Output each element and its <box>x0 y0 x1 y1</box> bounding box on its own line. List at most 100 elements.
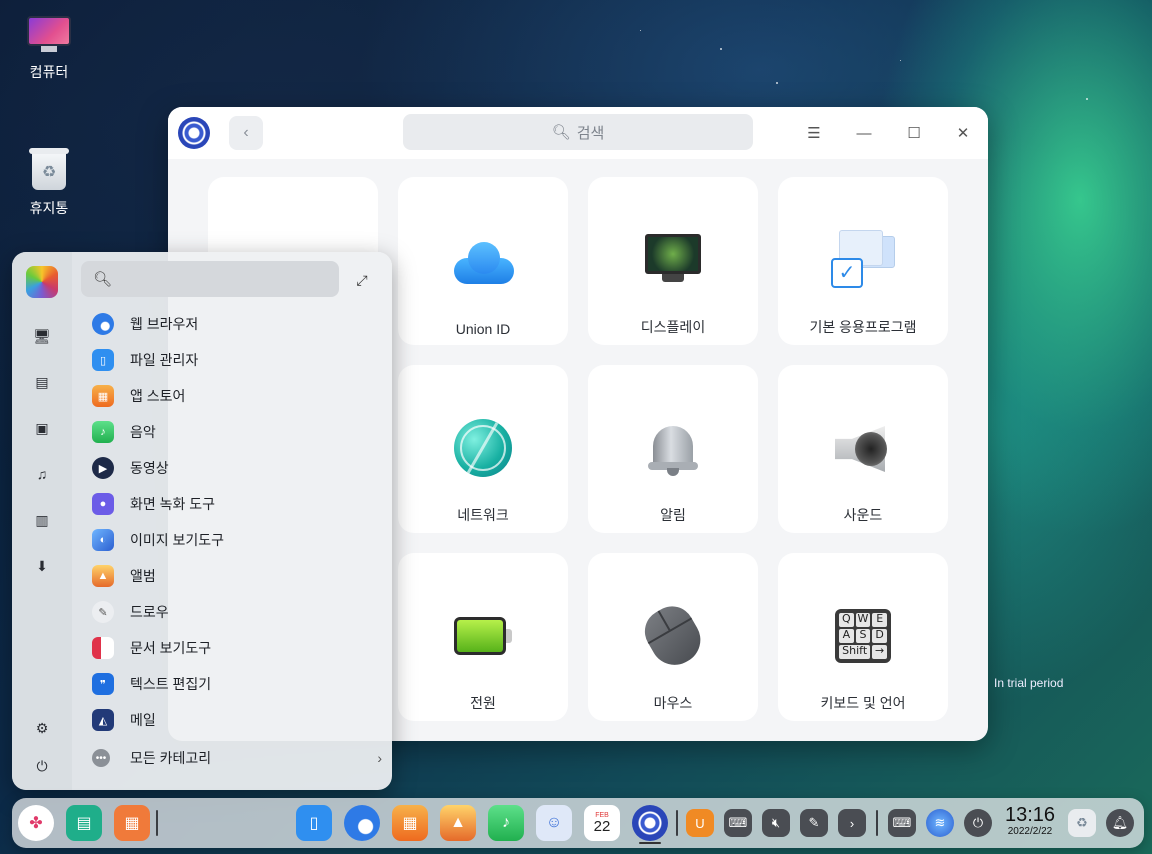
settings-app-icon <box>178 117 210 149</box>
list-item[interactable]: ▦ 앱 스토어 <box>92 378 382 414</box>
all-categories-label: 모든 카테고리 <box>130 750 212 766</box>
settings-search-input[interactable]: 🔍︎ 검색 <box>403 114 753 150</box>
computer-icon <box>27 16 71 54</box>
dock-onscreen-keyboard[interactable]: ⌨ <box>724 809 752 837</box>
module-card-power[interactable]: 전원 <box>398 553 568 721</box>
category-music-icon[interactable]: ♫ <box>32 464 52 484</box>
dock-pen-tool[interactable]: ✎ <box>800 809 828 837</box>
module-card-default-apps[interactable]: ✓ 기본 응용프로그램 <box>778 177 948 345</box>
dock-volume[interactable]: 🔇︎ <box>762 809 790 837</box>
desktop-icon-computer[interactable]: 컴퓨터 <box>4 16 94 82</box>
maximize-button[interactable]: ☐ <box>902 121 926 145</box>
album-icon: ▲ <box>450 814 466 831</box>
key-label: → <box>872 645 887 659</box>
mouse-icon <box>636 598 710 674</box>
default-apps-icon: ✓ <box>828 225 898 295</box>
key-label: S <box>855 629 871 643</box>
dock-browser[interactable] <box>344 805 380 841</box>
trash-icon: ♻ <box>1076 815 1088 830</box>
key-label: Shift <box>839 645 871 659</box>
back-button[interactable]: ‹ <box>229 116 263 150</box>
list-item[interactable]: 웹 브라우저 <box>92 306 382 342</box>
multitask-view-button[interactable]: ▤ <box>66 805 102 841</box>
list-item[interactable]: ✎ 드로우 <box>92 594 382 630</box>
user-avatar[interactable] <box>26 266 58 298</box>
dock-music[interactable]: ♪ <box>488 805 524 841</box>
close-icon: ✕ <box>956 125 970 142</box>
list-item[interactable]: ❞ 텍스트 편집기 <box>92 666 382 702</box>
minimize-button[interactable]: — <box>852 121 876 145</box>
chevron-left-icon: ‹ <box>243 124 249 141</box>
text-editor-icon: ❞ <box>92 673 114 695</box>
key-label: A <box>839 629 854 643</box>
dock-upgrade-tray[interactable]: U <box>686 809 714 837</box>
fullscreen-toggle-icon[interactable]: ⤢ <box>352 270 372 290</box>
module-card-union-id[interactable]: Union ID <box>398 177 568 345</box>
music-icon: ♪ <box>502 814 510 831</box>
dock-assistant[interactable]: ≋ <box>926 809 954 837</box>
module-label: 키보드 및 언어 <box>820 695 906 711</box>
mail-icon: ◭ <box>92 709 114 731</box>
settings-gear-icon[interactable]: ⚙︎ <box>32 718 52 738</box>
dock-app-store[interactable]: ▦ <box>392 805 428 841</box>
menu-button[interactable]: ☰ <box>802 121 826 145</box>
module-card-display[interactable]: 디스플레이 <box>588 177 758 345</box>
menu-icon: ☰ <box>807 125 821 142</box>
category-document-icon[interactable]: ▤ <box>32 372 52 392</box>
multitask-icon: ▤ <box>76 815 92 832</box>
category-download-icon[interactable]: ⬇︎ <box>32 556 52 576</box>
power-icon[interactable]: ⏻ <box>32 756 52 776</box>
list-item[interactable]: ● 화면 녹화 도구 <box>92 486 382 522</box>
dock-power[interactable]: ⏻ <box>964 809 992 837</box>
workspace-button[interactable]: ▦ <box>114 805 150 841</box>
list-item[interactable]: 문서 보기도구 <box>92 630 382 666</box>
update-icon: U <box>695 815 705 831</box>
desktop-icon-label: 휴지통 <box>29 200 69 216</box>
dock: ✤ ▤ ▦ ▯ ▦ ▲ ♪ ☺ FEB 22 U ⌨ 🔇︎ ✎ › ⌨ ≋ ⏻ … <box>12 798 1144 848</box>
dock-control-center[interactable] <box>632 805 668 841</box>
launcher-button[interactable]: ✤ <box>18 805 54 841</box>
draw-icon: ✎ <box>92 601 114 623</box>
dock-input-method[interactable]: ⌨ <box>888 809 916 837</box>
app-label: 문서 보기도구 <box>130 640 212 656</box>
dock-file-manager[interactable]: ▯ <box>296 805 332 841</box>
desktop-icon-trash[interactable]: ♻ 휴지통 <box>4 148 94 218</box>
key-label: E <box>872 613 887 627</box>
album-icon: ▲ <box>92 565 114 587</box>
dock-notifications[interactable]: 🔔︎ <box>1106 809 1134 837</box>
key-label: Q <box>839 613 854 627</box>
module-card-mouse[interactable]: 마우스 <box>588 553 758 721</box>
dock-separator <box>676 810 678 836</box>
dock-album[interactable]: ▲ <box>440 805 476 841</box>
clock-date: 2022/2/22 <box>1007 826 1053 837</box>
module-card-notifications[interactable]: 알림 <box>588 365 758 533</box>
dock-clock[interactable]: 13:16 2022/2/22 <box>1000 804 1060 838</box>
display-icon <box>638 225 708 295</box>
key-label: W <box>855 612 871 627</box>
module-label: 네트워크 <box>457 507 509 523</box>
dock-expand-tray[interactable]: › <box>838 809 866 837</box>
category-video-icon[interactable]: ▥ <box>32 510 52 530</box>
list-item[interactable]: ▯ 파일 관리자 <box>92 342 382 378</box>
list-item[interactable]: ▲ 앨범 <box>92 558 382 594</box>
file-manager-icon: ▯ <box>92 349 114 371</box>
running-indicator <box>639 842 661 844</box>
list-item[interactable]: ♪ 음악 <box>92 414 382 450</box>
close-button[interactable]: ✕ <box>951 121 975 145</box>
module-card-network[interactable]: 네트워크 <box>398 365 568 533</box>
category-picture-icon[interactable]: ▣ <box>32 418 52 438</box>
dock-trash[interactable]: ♻ <box>1068 809 1096 837</box>
dock-calendar[interactable]: FEB 22 <box>584 805 620 841</box>
list-item[interactable]: ◐ 이미지 보기도구 <box>92 522 382 558</box>
dock-contacts[interactable]: ☺ <box>536 805 572 841</box>
network-globe-icon <box>448 413 518 483</box>
module-card-sound[interactable]: 사운드 <box>778 365 948 533</box>
list-item[interactable]: ◭ 메일 <box>92 702 382 738</box>
power-icon: ⏻ <box>972 815 984 830</box>
category-computer-icon[interactable]: 🖥︎ <box>32 326 52 346</box>
list-item[interactable]: ▶ 동영상 <box>92 450 382 486</box>
launcher-search-input[interactable]: 🔍︎ <box>81 261 339 297</box>
speaker-icon <box>828 413 898 483</box>
all-categories-button[interactable]: ••• 모든 카테고리 › <box>92 746 382 770</box>
module-card-keyboard[interactable]: Q W E A S D Shift → 키보드 및 언어 <box>778 553 948 721</box>
